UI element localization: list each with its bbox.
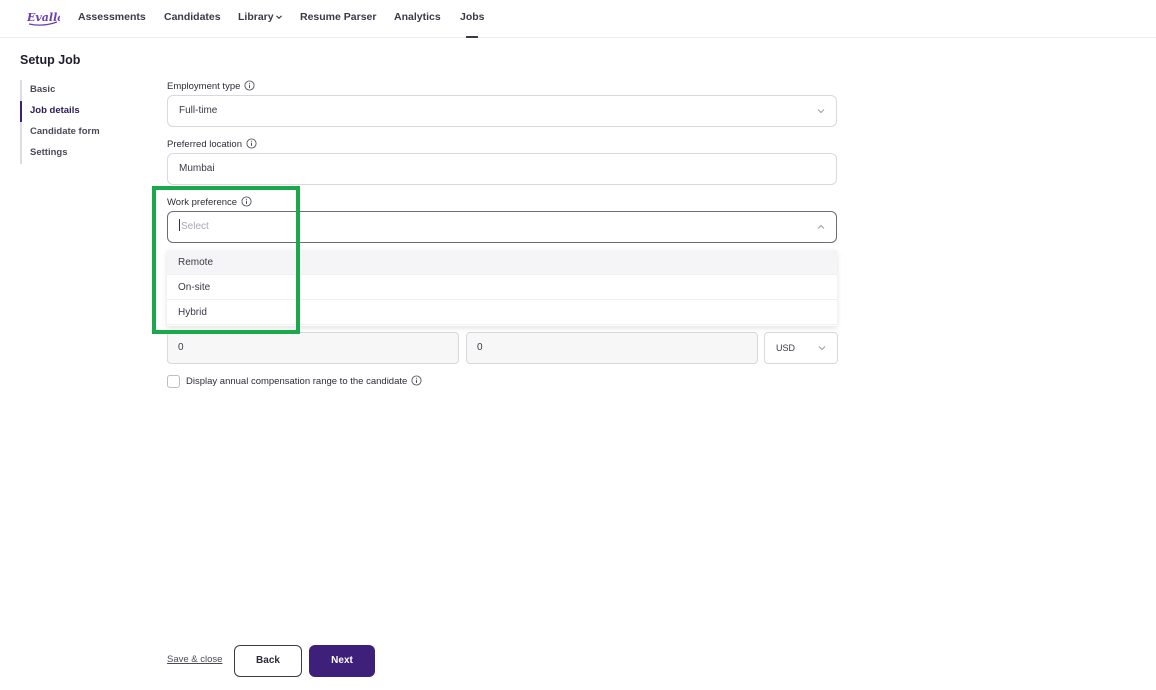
- preferred-location-value: Mumbai: [179, 163, 215, 174]
- chevron-down-icon: [818, 346, 826, 351]
- compensation-min-input[interactable]: 0: [167, 332, 459, 364]
- nav-jobs[interactable]: Jobs: [460, 11, 485, 23]
- setup-steps-nav: Basic Job details Candidate form Setting…: [20, 80, 130, 164]
- employment-type-label-text: Employment type: [167, 81, 241, 92]
- chevron-up-icon: [817, 224, 825, 229]
- nav-candidates[interactable]: Candidates: [164, 11, 221, 23]
- currency-select[interactable]: USD: [764, 332, 838, 364]
- nav-analytics[interactable]: Analytics: [394, 11, 441, 23]
- display-range-label: Display annual compensation range to the…: [186, 375, 422, 387]
- nav-library[interactable]: Library: [238, 11, 283, 23]
- top-navbar: Evalla Assessments Candidates Library Re…: [0, 0, 1156, 38]
- nav-resume-parser[interactable]: Resume Parser: [300, 11, 376, 23]
- step-basic[interactable]: Basic: [20, 80, 130, 101]
- chevron-down-icon: [275, 15, 282, 20]
- svg-text:Evalla: Evalla: [26, 11, 60, 24]
- employment-type-value: Full-time: [179, 105, 218, 116]
- compensation-max-input[interactable]: 0: [466, 332, 758, 364]
- nav-library-label: Library: [238, 11, 274, 23]
- info-icon[interactable]: [246, 138, 257, 149]
- chevron-down-icon: [817, 109, 825, 114]
- info-icon[interactable]: [244, 80, 255, 91]
- next-button[interactable]: Next: [309, 645, 375, 677]
- display-range-checkbox[interactable]: [167, 375, 180, 388]
- preferred-location-input[interactable]: Mumbai: [167, 153, 837, 185]
- active-nav-indicator: [466, 36, 478, 38]
- page-title: Setup Job: [20, 53, 81, 67]
- save-close-link[interactable]: Save & close: [167, 654, 222, 665]
- compensation-min-value: 0: [178, 342, 184, 353]
- back-button[interactable]: Back: [234, 645, 302, 677]
- step-job-details[interactable]: Job details: [20, 101, 130, 122]
- display-range-label-text: Display annual compensation range to the…: [186, 376, 408, 387]
- nav-assessments[interactable]: Assessments: [78, 11, 146, 23]
- currency-value: USD: [776, 343, 796, 353]
- info-icon[interactable]: [411, 375, 422, 386]
- compensation-max-value: 0: [477, 342, 483, 353]
- employment-type-label: Employment type: [167, 80, 255, 92]
- preferred-location-label-text: Preferred location: [167, 139, 242, 150]
- employment-type-select[interactable]: Full-time: [167, 95, 837, 127]
- logo-icon[interactable]: Evalla: [26, 7, 60, 27]
- step-settings[interactable]: Settings: [20, 143, 130, 164]
- preferred-location-label: Preferred location: [167, 138, 257, 150]
- highlight-annotation: [152, 186, 300, 334]
- step-candidate-form[interactable]: Candidate form: [20, 122, 130, 143]
